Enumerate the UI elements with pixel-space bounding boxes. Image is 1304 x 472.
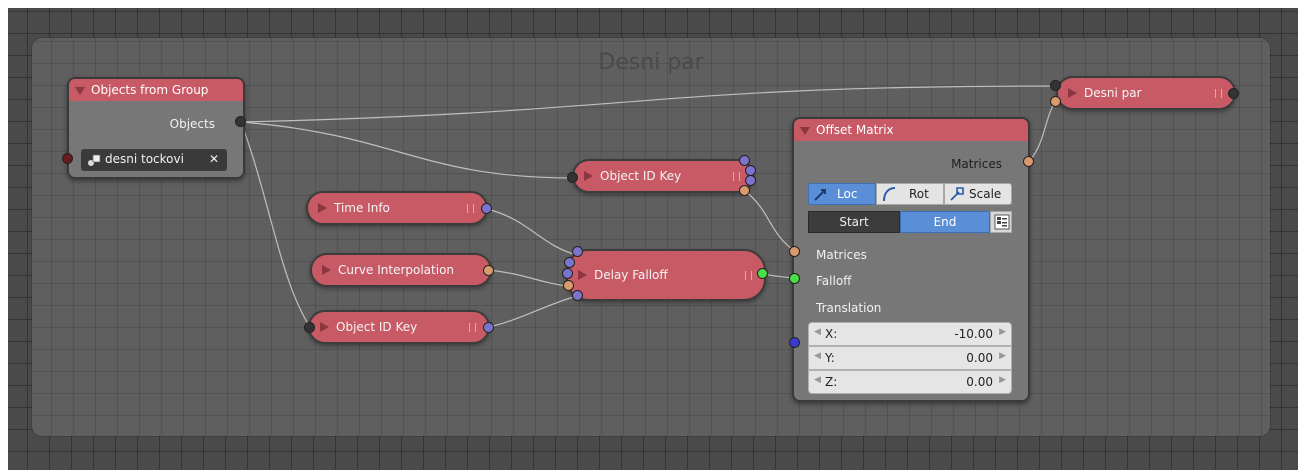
desni-par-input-socket-2[interactable] (1050, 96, 1061, 107)
time-info-node[interactable]: Time Info (306, 191, 488, 225)
list-settings-icon (994, 214, 1010, 236)
offset-matrix-node[interactable]: Offset Matrix Matrices Loc Rot Scale Sta… (792, 117, 1030, 402)
node-label: Object ID Key (600, 169, 682, 183)
node-options-icon[interactable] (469, 323, 476, 332)
loc-icon (813, 186, 829, 208)
matrices-output-socket[interactable] (1023, 156, 1034, 167)
delay-input-socket-2[interactable] (564, 257, 575, 268)
collapse-arrow-icon[interactable] (75, 87, 85, 95)
loc-label: Loc (837, 187, 858, 201)
axis-label: Y: (825, 351, 835, 365)
scale-label: Scale (969, 187, 1002, 201)
axis-value: 0.00 (966, 375, 993, 389)
node-title: Offset Matrix (816, 123, 894, 137)
desni-par-input-socket-1[interactable] (1050, 80, 1061, 91)
translation-y-field[interactable]: ◀ Y: 0.00 ▶ (808, 346, 1012, 370)
scale-button[interactable]: Scale (944, 183, 1012, 205)
delay-input-socket-3[interactable] (562, 268, 573, 279)
interpolation-output-socket[interactable] (483, 265, 494, 276)
falloff-input-label: Falloff (816, 274, 852, 288)
objects-from-group-node[interactable]: Objects from Group Objects desni tockovi… (67, 77, 245, 179)
collapse-arrow-icon[interactable] (578, 270, 587, 280)
close-icon[interactable]: ✕ (209, 152, 219, 166)
list-settings-button[interactable] (990, 211, 1012, 233)
delay-input-socket-4[interactable] (563, 280, 574, 291)
decrement-arrow-icon[interactable]: ◀ (814, 327, 821, 337)
collapse-arrow-icon[interactable] (800, 127, 810, 135)
decrement-arrow-icon[interactable]: ◀ (814, 351, 821, 361)
node-label: Object ID Key (336, 320, 418, 334)
falloff-input-socket[interactable] (789, 273, 800, 284)
link-time-info-to-delay (486, 208, 578, 256)
start-button[interactable]: Start (808, 211, 900, 233)
object-group-icon (87, 152, 101, 166)
link-objects-to-object-id-key-bottom (240, 121, 311, 328)
output-label: Matrices (951, 157, 1002, 171)
axis-label: Z: (825, 375, 838, 389)
output-socket-3[interactable] (745, 175, 756, 186)
objects-output-socket[interactable] (235, 116, 246, 127)
link-object-id-bottom-to-delay (488, 295, 578, 328)
delay-input-socket-5[interactable] (572, 290, 583, 301)
node-options-icon[interactable] (467, 204, 474, 213)
group-name: desni tockovi (105, 152, 184, 166)
group-input-socket[interactable] (62, 153, 73, 164)
axis-label: X: (825, 327, 838, 341)
object-input-socket[interactable] (304, 322, 315, 333)
translation-x-field[interactable]: ◀ X: -10.00 ▶ (808, 322, 1012, 346)
link-objects-to-object-id-key-top (240, 121, 575, 179)
node-label: Time Info (334, 201, 390, 215)
axis-value: 0.00 (966, 351, 993, 365)
link-offset-matrix-to-desni-par (1028, 100, 1057, 162)
collapse-arrow-icon[interactable] (322, 265, 331, 275)
node-options-icon[interactable] (745, 271, 752, 280)
object-id-key-node-bottom[interactable]: Object ID Key (308, 310, 490, 344)
matrices-input-socket[interactable] (789, 246, 800, 257)
collapse-arrow-icon[interactable] (1068, 88, 1077, 98)
collapse-arrow-icon[interactable] (320, 322, 329, 332)
output-label: Objects (169, 117, 215, 131)
increment-arrow-icon[interactable]: ▶ (999, 327, 1006, 337)
object-id-key-node-top[interactable]: Object ID Key (572, 159, 754, 193)
output-socket[interactable] (483, 322, 494, 333)
desni-par-output-socket[interactable] (1228, 88, 1239, 99)
collapse-arrow-icon[interactable] (318, 203, 327, 213)
node-options-icon[interactable] (733, 172, 740, 181)
translation-input-socket[interactable] (789, 337, 800, 348)
increment-arrow-icon[interactable]: ▶ (999, 351, 1006, 361)
matrices-input-label: Matrices (816, 248, 867, 262)
node-header[interactable]: Offset Matrix (794, 119, 1028, 141)
rot-label: Rot (909, 187, 929, 201)
node-label: Desni par (1084, 86, 1142, 100)
node-options-icon[interactable] (1215, 89, 1222, 98)
rot-icon (881, 186, 897, 208)
output-socket-4[interactable] (739, 185, 750, 196)
collapse-arrow-icon[interactable] (584, 171, 593, 181)
node-label: Delay Falloff (594, 268, 668, 282)
node-label: Curve Interpolation (338, 263, 455, 277)
curve-interpolation-node[interactable]: Curve Interpolation (310, 253, 492, 287)
delay-falloff-node[interactable]: Delay Falloff (566, 249, 766, 301)
time-output-socket[interactable] (481, 203, 492, 214)
delay-input-socket-1[interactable] (572, 246, 583, 257)
falloff-output-socket[interactable] (757, 268, 768, 279)
decrement-arrow-icon[interactable]: ◀ (814, 375, 821, 385)
scale-icon (949, 186, 965, 208)
desni-par-node[interactable]: Desni par (1056, 76, 1236, 110)
rot-button[interactable]: Rot (876, 183, 944, 205)
node-title: Objects from Group (91, 83, 209, 97)
node-links (240, 85, 1057, 328)
link-object-id-top-to-offset-matrix (744, 190, 796, 252)
axis-value: -10.00 (954, 327, 993, 341)
object-input-socket[interactable] (567, 172, 578, 183)
translation-z-field[interactable]: ◀ Z: 0.00 ▶ (808, 370, 1012, 394)
increment-arrow-icon[interactable]: ▶ (999, 375, 1006, 385)
node-header[interactable]: Objects from Group (69, 79, 243, 101)
translation-label: Translation (816, 301, 882, 315)
link-curve-to-delay (488, 269, 569, 287)
end-button[interactable]: End (900, 211, 990, 233)
group-selector[interactable]: desni tockovi ✕ (81, 149, 227, 171)
loc-button[interactable]: Loc (808, 183, 876, 205)
